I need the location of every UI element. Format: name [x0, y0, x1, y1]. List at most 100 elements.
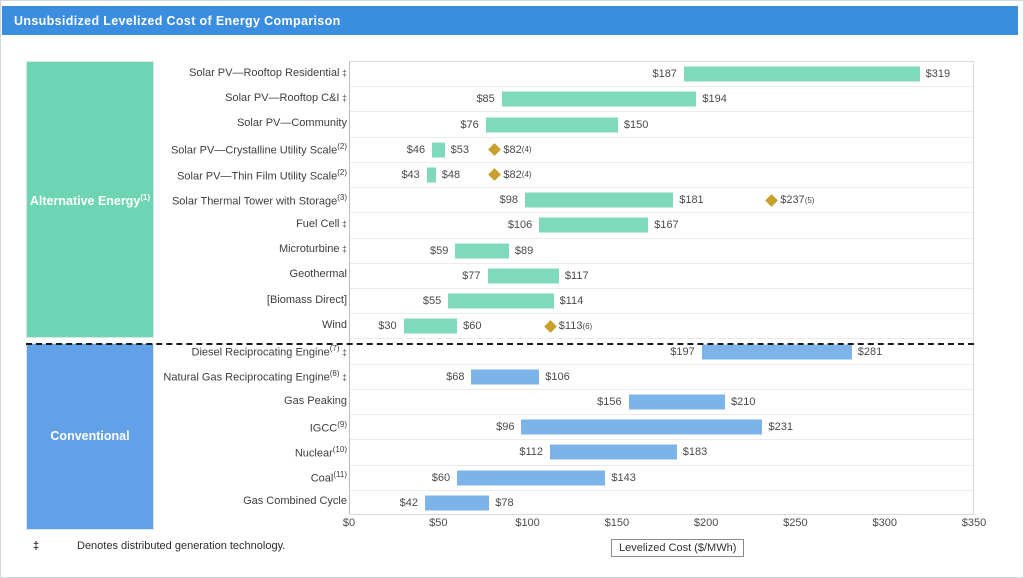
bar-high-value-label: $194	[702, 93, 727, 106]
row-label: IGCC(9)	[310, 420, 347, 435]
range-bar	[525, 192, 674, 208]
row-label-text: Solar PV—Crystalline Utility Scale	[170, 144, 338, 157]
chart-canvas: Alternative Energy(1) Conventional Solar…	[1, 35, 1024, 557]
diamond-icon	[765, 193, 779, 207]
row-label-superscript: (3)	[337, 192, 347, 202]
range-bar	[432, 142, 445, 158]
bar-high-value-label: $167	[654, 219, 679, 232]
bar-low-value-label: $96	[496, 421, 515, 434]
chart-row: $76 $150	[350, 112, 973, 138]
chart-row: $43 $48 $82 (4)	[350, 163, 973, 189]
row-label-text: Microturbine	[278, 243, 340, 256]
row-label: Geothermal	[290, 268, 347, 280]
bar-low-value-label: $156	[597, 395, 622, 408]
bar-high-value-label: $114	[559, 295, 584, 308]
chart-row: $46 $53 $82 (4)	[350, 138, 973, 163]
chart-row: $42 $78	[350, 491, 973, 516]
chart-row: $156 $210	[350, 390, 973, 416]
row-label: Microturbine ‡	[279, 243, 347, 255]
row-label-superscript: (2)	[337, 167, 347, 177]
range-bar	[539, 217, 649, 233]
range-bar	[487, 268, 559, 284]
row-label: Nuclear(10)	[295, 445, 347, 460]
marker-superscript: (5)	[804, 195, 815, 205]
footnote: ‡ Denotes distributed generation technol…	[1, 537, 1024, 567]
x-axis-tick: $200	[693, 517, 719, 529]
category-label-alternative-energy: Alternative Energy(1)	[30, 190, 150, 209]
bar-high-value-label: $319	[925, 68, 951, 81]
bar-high-value-label: $231	[768, 421, 793, 434]
chart-row: $55 $114	[350, 289, 973, 315]
bar-high-value-label: $210	[731, 395, 756, 408]
bar-high-value-label: $78	[495, 497, 514, 510]
bar-low-value-label: $55	[422, 295, 442, 308]
bar-low-value-label: $76	[460, 118, 479, 131]
row-label: Solar PV—Crystalline Utility Scale(2)	[171, 142, 347, 157]
bar-low-value-label: $98	[499, 194, 518, 207]
footnote-marker: ‡	[33, 540, 40, 552]
range-bar	[455, 243, 509, 259]
chart-row: $85 $194	[350, 87, 973, 113]
row-label: Coal(11)	[311, 470, 347, 485]
diamond-icon	[488, 143, 502, 157]
bar-high-value-label: $53	[450, 143, 469, 156]
row-label-text: Gas Combined Cycle	[243, 495, 347, 508]
footnote-text: Denotes distributed generation technolog…	[77, 540, 286, 552]
chart-row: $77 $117	[350, 264, 973, 289]
row-label-superscript: (2)	[337, 142, 347, 152]
row-label: Diesel Reciprocating Engine(7) ‡	[192, 344, 347, 359]
row-label: Natural Gas Reciprocating Engine(8) ‡	[163, 369, 347, 384]
range-bar	[426, 167, 436, 183]
marker-point: $82 (4)	[488, 168, 532, 182]
diamond-icon	[488, 168, 502, 182]
plot-area: $187 $319 $85 $194 $76 $150 $46 $53 $82 (4) $43 $48…	[349, 61, 974, 515]
range-bar	[485, 117, 618, 133]
row-label-text: Geothermal	[289, 268, 347, 281]
row-label-column: Solar PV—Rooftop Residential ‡ Solar PV—R…	[151, 61, 347, 515]
marker-superscript: (4)	[521, 170, 532, 180]
row-label-text: Diesel Reciprocating Engine	[191, 346, 330, 359]
row-label-text: Solar PV—Thin Film Utility Scale	[177, 170, 338, 183]
range-bar	[550, 444, 677, 460]
distributed-generation-dagger-icon: ‡	[339, 372, 347, 383]
bar-low-value-label: $106	[507, 219, 533, 232]
marker-point: $237 (5)	[765, 193, 815, 207]
bar-low-value-label: $42	[399, 497, 418, 510]
range-bar	[403, 318, 458, 334]
distributed-generation-dagger-icon: ‡	[339, 218, 347, 229]
row-label: Solar PV—Rooftop Residential ‡	[189, 67, 347, 79]
row-label: Gas Combined Cycle	[243, 495, 347, 507]
bar-high-value-label: $106	[545, 370, 570, 383]
row-label-text: IGCC	[309, 422, 338, 435]
row-label-superscript: (10)	[332, 444, 347, 454]
range-bar	[701, 344, 852, 360]
bar-low-value-label: $68	[446, 370, 465, 383]
bar-high-value-label: $183	[682, 446, 708, 459]
category-label-conventional: Conventional	[50, 429, 130, 443]
row-label: Solar PV—Rooftop C&I ‡	[225, 92, 347, 104]
bar-low-value-label: $85	[476, 93, 495, 106]
chart-row: $59 $89	[350, 239, 973, 264]
range-bar	[521, 419, 763, 435]
window-title-bar: Unsubsidized Levelized Cost of Energy Co…	[2, 6, 1018, 35]
x-axis-tick: $150	[604, 517, 630, 529]
category-superscript-alternative: (1)	[140, 192, 151, 202]
distributed-generation-dagger-icon: ‡	[339, 244, 347, 255]
range-bar	[471, 369, 540, 385]
row-label-text: Solar PV—Rooftop C&I	[225, 91, 340, 104]
bar-high-value-label: $60	[463, 320, 482, 333]
chart-row: $187 $319	[350, 62, 973, 88]
bar-high-value-label: $143	[611, 471, 636, 484]
row-label: Solar Thermal Tower with Storage(3)	[172, 193, 347, 208]
row-label: Solar PV—Community	[237, 117, 347, 129]
marker-point: $113 (6)	[543, 319, 592, 333]
x-axis-tick: $350	[961, 517, 987, 529]
row-label-superscript: (11)	[333, 470, 347, 480]
row-label-text: Fuel Cell	[296, 217, 340, 230]
range-bar	[683, 66, 920, 82]
range-bar	[628, 394, 725, 410]
chart-row: $96 $231	[350, 415, 973, 441]
chart-row: $112 $183	[350, 440, 973, 466]
row-label-text: Nuclear	[294, 447, 333, 460]
bar-high-value-label: $48	[441, 168, 461, 181]
